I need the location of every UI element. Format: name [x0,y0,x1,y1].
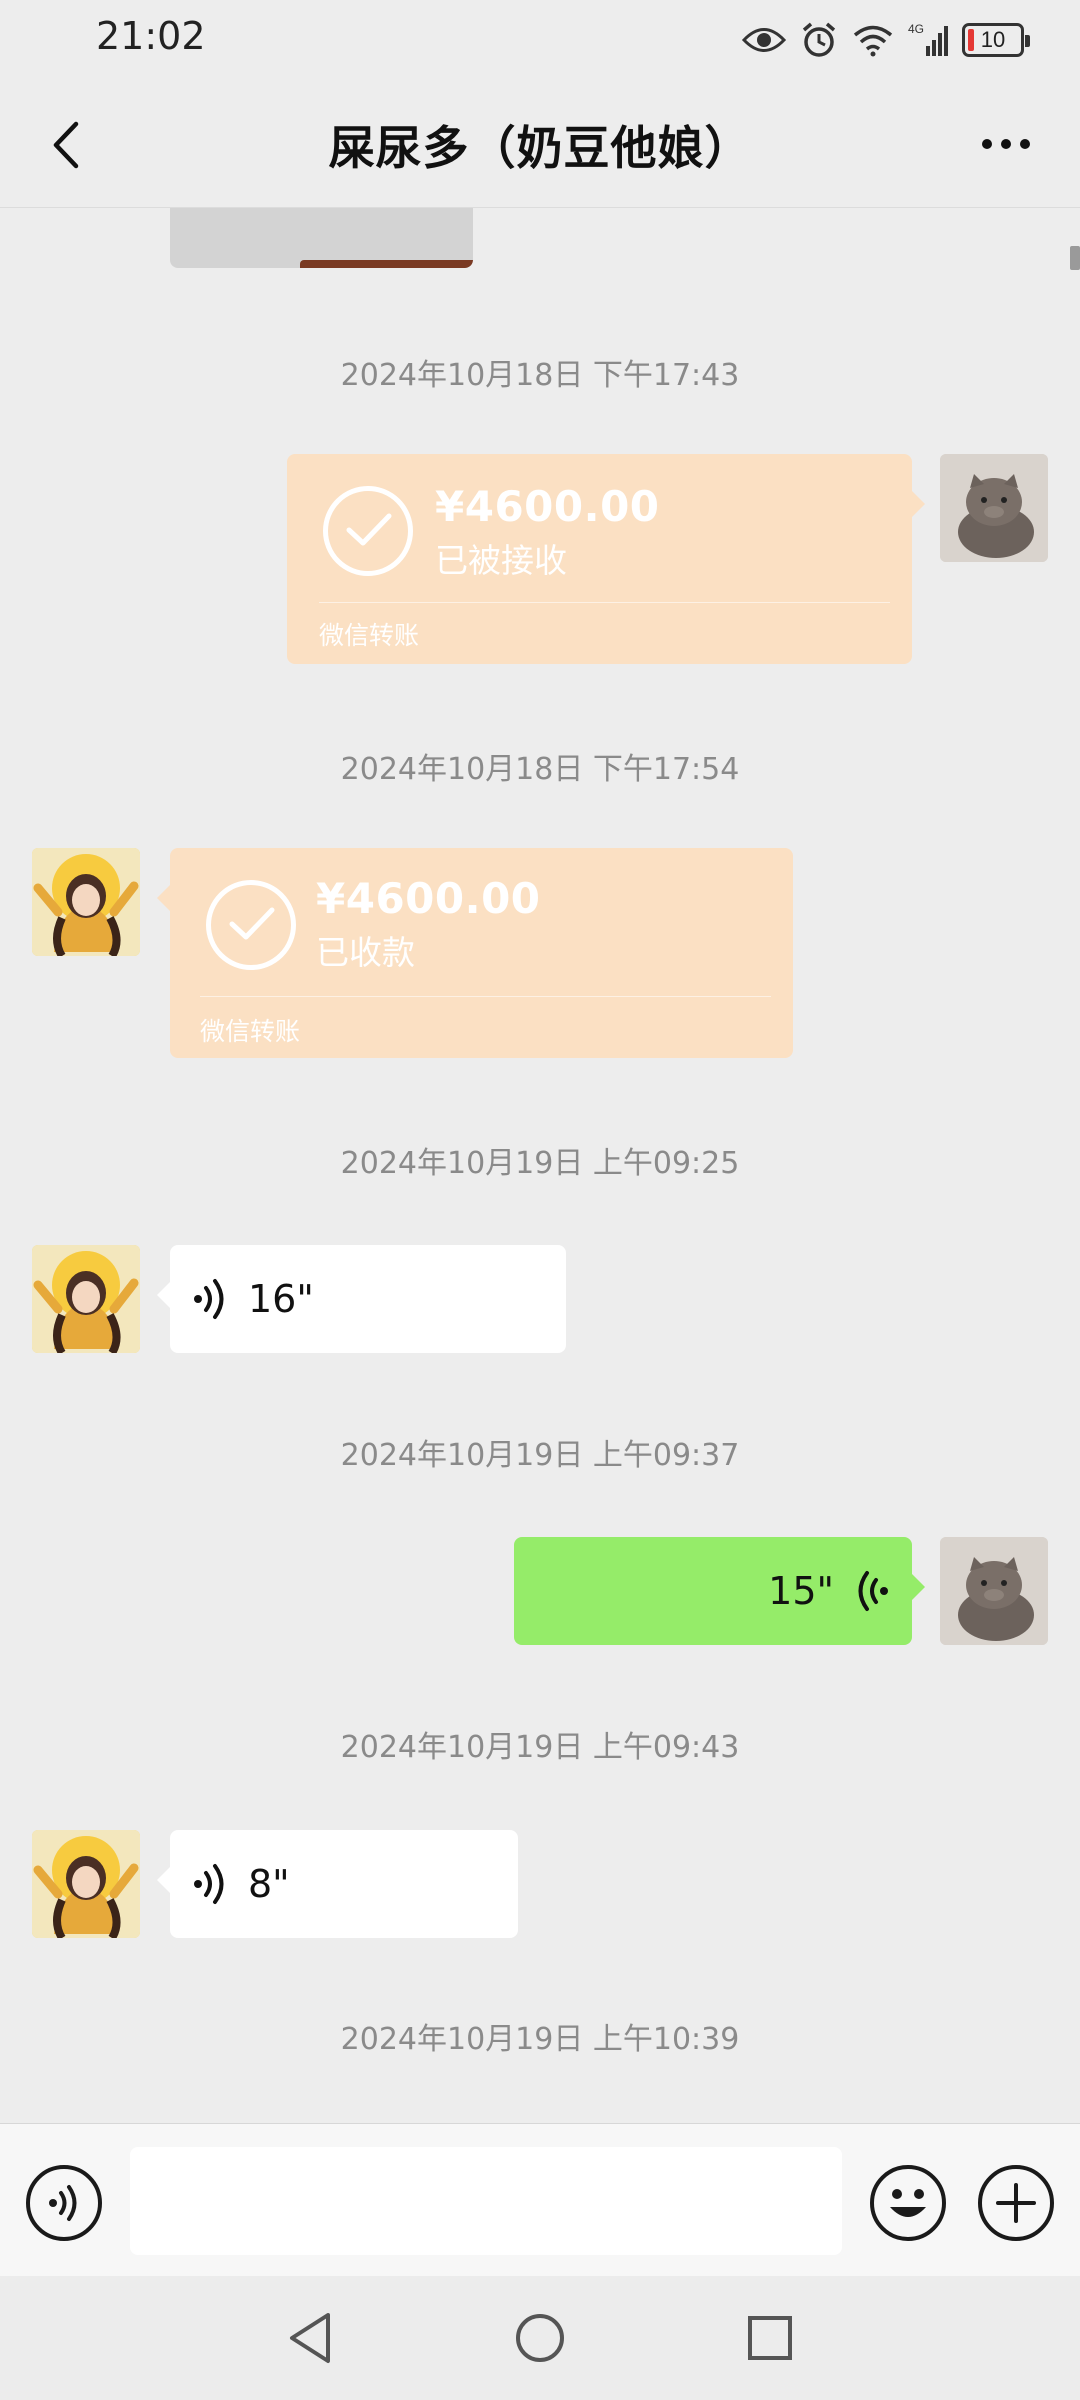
my-avatar[interactable] [940,454,1048,562]
chat-header: 屎尿多（奶豆他娘） [0,80,1080,208]
plus-icon [996,2183,1036,2223]
cat-avatar-image [940,1537,1048,1645]
voice-duration: 8" [248,1862,290,1906]
my-avatar[interactable] [940,1537,1048,1645]
network-label: 4G [908,22,924,36]
nav-home-icon [516,2314,564,2362]
transfer-status: 已收款 [316,933,415,972]
contact-avatar[interactable] [32,848,140,956]
check-circle-icon [206,880,296,970]
signal-icon: 4G [908,22,948,58]
message-timestamp: 2024年10月19日 上午09:43 [340,1730,740,1765]
voice-input-icon [49,2185,77,2221]
more-dots-icon [982,139,1030,149]
transfer-message-received[interactable]: ¥4600.00 已收款 微信转账 [170,848,793,1058]
transfer-amount: ¥4600.00 [435,482,660,531]
voice-message-sent[interactable]: 15" [514,1537,912,1645]
contact-avatar[interactable] [32,1245,140,1353]
emoji-button[interactable] [870,2165,946,2241]
status-bar: 21:02 4G 10 [0,0,1080,80]
message-timestamp: 2024年10月19日 上午09:25 [340,1146,740,1181]
check-circle-icon [323,486,413,576]
image-message[interactable] [170,208,473,268]
voice-input-button[interactable] [26,2165,102,2241]
voice-wave-icon [194,1279,224,1319]
battery-level: 10 [980,27,1006,52]
nav-recents-icon [748,2316,792,2360]
transfer-message-sent[interactable]: ¥4600.00 已被接收 微信转账 [287,454,912,664]
status-time: 21:02 [96,14,206,58]
contact-avatar[interactable] [32,1830,140,1938]
message-input[interactable] [130,2147,842,2255]
emoji-icon [890,2189,926,2217]
voice-duration: 16" [248,1277,314,1321]
message-timestamp: 2024年10月19日 上午10:39 [340,2022,740,2057]
nav-back-icon [290,2313,330,2363]
back-button[interactable] [30,110,100,180]
wifi-icon [852,23,894,57]
eye-icon [742,25,786,55]
message-timestamp: 2024年10月19日 上午09:37 [340,1438,740,1473]
girl-avatar-image [32,848,140,956]
more-button[interactable] [966,114,1046,174]
system-nav-bar [0,2276,1080,2400]
chevron-left-icon [53,121,79,169]
nav-back-button[interactable] [278,2306,342,2370]
girl-avatar-image [32,1830,140,1938]
plus-button[interactable] [978,2165,1054,2241]
scroll-indicator[interactable] [1070,246,1080,270]
message-timestamp: 2024年10月18日 下午17:43 [340,358,740,393]
voice-message-received[interactable]: 16" [170,1245,566,1353]
alarm-icon [800,21,838,59]
transfer-label: 微信转账 [200,1017,301,1046]
transfer-label: 微信转账 [319,621,420,650]
battery-icon: 10 [962,23,1030,57]
nav-recents-button[interactable] [738,2306,802,2370]
transfer-amount: ¥4600.00 [316,874,541,923]
cat-avatar-image [940,454,1048,562]
voice-wave-icon [194,1864,224,1904]
voice-message-received[interactable]: 8" [170,1830,518,1938]
girl-avatar-image [32,1245,140,1353]
chat-title: 屎尿多（奶豆他娘） [328,121,752,175]
voice-duration: 15" [768,1569,834,1613]
nav-home-button[interactable] [508,2306,572,2370]
transfer-status: 已被接收 [435,541,567,580]
chat-message-list[interactable]: 2024年10月18日 下午17:43 ¥4600.00 已被接收 微信转账 2… [0,208,1080,2123]
message-timestamp: 2024年10月18日 下午17:54 [340,752,740,787]
input-bar [0,2123,1080,2276]
voice-wave-icon [858,1571,888,1611]
status-icons: 4G 10 [742,18,1030,62]
